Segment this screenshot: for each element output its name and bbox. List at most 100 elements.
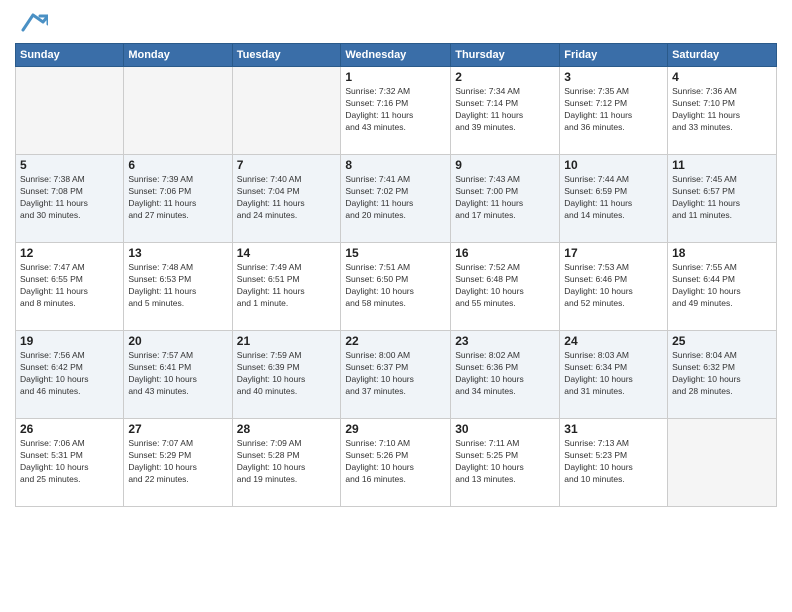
day-info: Sunrise: 7:52 AMSunset: 6:48 PMDaylight:… [455, 262, 555, 310]
calendar-cell: 13Sunrise: 7:48 AMSunset: 6:53 PMDayligh… [124, 243, 232, 331]
logo-icon [18, 10, 48, 35]
calendar-cell: 31 Sunrise: 7:13 AMSunset: 5:23 PMDayligh… [560, 419, 668, 507]
calendar-cell [668, 419, 777, 507]
day-number: 28 [237, 422, 337, 436]
day-info: Sunrise: 7:55 AMSunset: 6:44 PMDaylight:… [672, 262, 772, 310]
day-number: 12 [20, 246, 119, 260]
day-info: Sunrise: 7:59 AMSunset: 6:39 PMDaylight:… [237, 350, 337, 398]
day-info: Sunrise: 7:32 AMSunset: 7:16 PMDaylight:… [345, 86, 446, 134]
day-number: 23 [455, 334, 555, 348]
day-number: 6 [128, 158, 227, 172]
day-info: Sunrise: 7:47 AMSunset: 6:55 PMDaylight:… [20, 262, 119, 310]
day-info: Sunrise: 7:39 AMSunset: 7:06 PMDaylight:… [128, 174, 227, 222]
day-number: 20 [128, 334, 227, 348]
day-number: 22 [345, 334, 446, 348]
day-number: 9 [455, 158, 555, 172]
day-number: 14 [237, 246, 337, 260]
calendar-week-row: 26 Sunrise: 7:06 AMSunset: 5:31 PMDayligh… [16, 419, 777, 507]
calendar-cell: 28 Sunrise: 7:09 AMSunset: 5:28 PMDayligh… [232, 419, 341, 507]
day-number: 2 [455, 70, 555, 84]
day-number: 16 [455, 246, 555, 260]
calendar-cell: 5 Sunrise: 7:38 AMSunset: 7:08 PMDaylight… [16, 155, 124, 243]
calendar-cell: 27 Sunrise: 7:07 AMSunset: 5:29 PMDayligh… [124, 419, 232, 507]
calendar-cell: 18 Sunrise: 7:55 AMSunset: 6:44 PMDayligh… [668, 243, 777, 331]
calendar-cell: 30 Sunrise: 7:11 AMSunset: 5:25 PMDayligh… [451, 419, 560, 507]
calendar-header-row: SundayMondayTuesdayWednesdayThursdayFrid… [16, 44, 777, 67]
calendar-cell [124, 67, 232, 155]
day-info: Sunrise: 7:38 AMSunset: 7:08 PMDaylight:… [20, 174, 119, 222]
weekday-header: Sunday [16, 44, 124, 67]
day-info: Sunrise: 7:11 AMSunset: 5:25 PMDaylight:… [455, 438, 555, 486]
day-info: Sunrise: 7:40 AMSunset: 7:04 PMDaylight:… [237, 174, 337, 222]
day-info: Sunrise: 7:43 AMSunset: 7:00 PMDaylight:… [455, 174, 555, 222]
day-number: 3 [564, 70, 663, 84]
calendar-week-row: 5 Sunrise: 7:38 AMSunset: 7:08 PMDaylight… [16, 155, 777, 243]
day-number: 25 [672, 334, 772, 348]
day-info: Sunrise: 7:09 AMSunset: 5:28 PMDaylight:… [237, 438, 337, 486]
calendar-cell: 24 Sunrise: 8:03 AMSunset: 6:34 PMDayligh… [560, 331, 668, 419]
day-info: Sunrise: 7:10 AMSunset: 5:26 PMDaylight:… [345, 438, 446, 486]
calendar-cell: 23Sunrise: 8:02 AMSunset: 6:36 PMDayligh… [451, 331, 560, 419]
calendar-cell: 16 Sunrise: 7:52 AMSunset: 6:48 PMDayligh… [451, 243, 560, 331]
day-info: Sunrise: 7:44 AMSunset: 6:59 PMDaylight:… [564, 174, 663, 222]
day-number: 4 [672, 70, 772, 84]
day-info: Sunrise: 7:48 AMSunset: 6:53 PMDaylight:… [128, 262, 227, 310]
calendar-cell: 10 Sunrise: 7:44 AMSunset: 6:59 PMDayligh… [560, 155, 668, 243]
weekday-header: Saturday [668, 44, 777, 67]
calendar-cell: 2 Sunrise: 7:34 AMSunset: 7:14 PMDaylight… [451, 67, 560, 155]
calendar-week-row: 19 Sunrise: 7:56 AMSunset: 6:42 PMDayligh… [16, 331, 777, 419]
day-number: 15 [345, 246, 446, 260]
day-number: 19 [20, 334, 119, 348]
day-number: 26 [20, 422, 119, 436]
calendar-cell: 6 Sunrise: 7:39 AMSunset: 7:06 PMDaylight… [124, 155, 232, 243]
day-info: Sunrise: 7:36 AMSunset: 7:10 PMDaylight:… [672, 86, 772, 134]
weekday-header: Friday [560, 44, 668, 67]
day-number: 31 [564, 422, 663, 436]
calendar-cell: 12 Sunrise: 7:47 AMSunset: 6:55 PMDayligh… [16, 243, 124, 331]
calendar-cell: 3Sunrise: 7:35 AMSunset: 7:12 PMDaylight… [560, 67, 668, 155]
calendar-cell: 11 Sunrise: 7:45 AMSunset: 6:57 PMDayligh… [668, 155, 777, 243]
day-info: Sunrise: 7:51 AMSunset: 6:50 PMDaylight:… [345, 262, 446, 310]
calendar-cell: 20Sunrise: 7:57 AMSunset: 6:41 PMDayligh… [124, 331, 232, 419]
day-info: Sunrise: 7:13 AMSunset: 5:23 PMDaylight:… [564, 438, 663, 486]
calendar-cell: 15 Sunrise: 7:51 AMSunset: 6:50 PMDayligh… [341, 243, 451, 331]
day-info: Sunrise: 7:49 AMSunset: 6:51 PMDaylight:… [237, 262, 337, 310]
day-number: 30 [455, 422, 555, 436]
weekday-header: Wednesday [341, 44, 451, 67]
calendar-cell: 19 Sunrise: 7:56 AMSunset: 6:42 PMDayligh… [16, 331, 124, 419]
day-info: Sunrise: 7:45 AMSunset: 6:57 PMDaylight:… [672, 174, 772, 222]
day-info: Sunrise: 7:41 AMSunset: 7:02 PMDaylight:… [345, 174, 446, 222]
day-number: 27 [128, 422, 227, 436]
day-number: 11 [672, 158, 772, 172]
calendar-table: SundayMondayTuesdayWednesdayThursdayFrid… [15, 43, 777, 507]
day-number: 1 [345, 70, 446, 84]
calendar-cell: 4 Sunrise: 7:36 AMSunset: 7:10 PMDaylight… [668, 67, 777, 155]
day-number: 21 [237, 334, 337, 348]
day-info: Sunrise: 8:04 AMSunset: 6:32 PMDaylight:… [672, 350, 772, 398]
calendar-cell [16, 67, 124, 155]
calendar-cell: 17 Sunrise: 7:53 AMSunset: 6:46 PMDayligh… [560, 243, 668, 331]
day-number: 17 [564, 246, 663, 260]
calendar-cell: 1 Sunrise: 7:32 AMSunset: 7:16 PMDaylight… [341, 67, 451, 155]
day-number: 10 [564, 158, 663, 172]
weekday-header: Thursday [451, 44, 560, 67]
day-info: Sunrise: 7:07 AMSunset: 5:29 PMDaylight:… [128, 438, 227, 486]
calendar-cell: 14 Sunrise: 7:49 AMSunset: 6:51 PMDayligh… [232, 243, 341, 331]
calendar-cell: 7 Sunrise: 7:40 AMSunset: 7:04 PMDaylight… [232, 155, 341, 243]
calendar-cell: 26 Sunrise: 7:06 AMSunset: 5:31 PMDayligh… [16, 419, 124, 507]
calendar-cell: 9 Sunrise: 7:43 AMSunset: 7:00 PMDaylight… [451, 155, 560, 243]
day-number: 5 [20, 158, 119, 172]
day-number: 18 [672, 246, 772, 260]
day-number: 7 [237, 158, 337, 172]
page-container: SundayMondayTuesdayWednesdayThursdayFrid… [0, 0, 792, 612]
day-info: Sunrise: 7:53 AMSunset: 6:46 PMDaylight:… [564, 262, 663, 310]
day-info: Sunrise: 8:03 AMSunset: 6:34 PMDaylight:… [564, 350, 663, 398]
calendar-cell: 22Sunrise: 8:00 AMSunset: 6:37 PMDayligh… [341, 331, 451, 419]
calendar-cell: 25 Sunrise: 8:04 AMSunset: 6:32 PMDayligh… [668, 331, 777, 419]
calendar-week-row: 12 Sunrise: 7:47 AMSunset: 6:55 PMDayligh… [16, 243, 777, 331]
day-info: Sunrise: 7:06 AMSunset: 5:31 PMDaylight:… [20, 438, 119, 486]
day-info: Sunrise: 7:56 AMSunset: 6:42 PMDaylight:… [20, 350, 119, 398]
day-number: 24 [564, 334, 663, 348]
day-info: Sunrise: 7:34 AMSunset: 7:14 PMDaylight:… [455, 86, 555, 134]
calendar-cell [232, 67, 341, 155]
